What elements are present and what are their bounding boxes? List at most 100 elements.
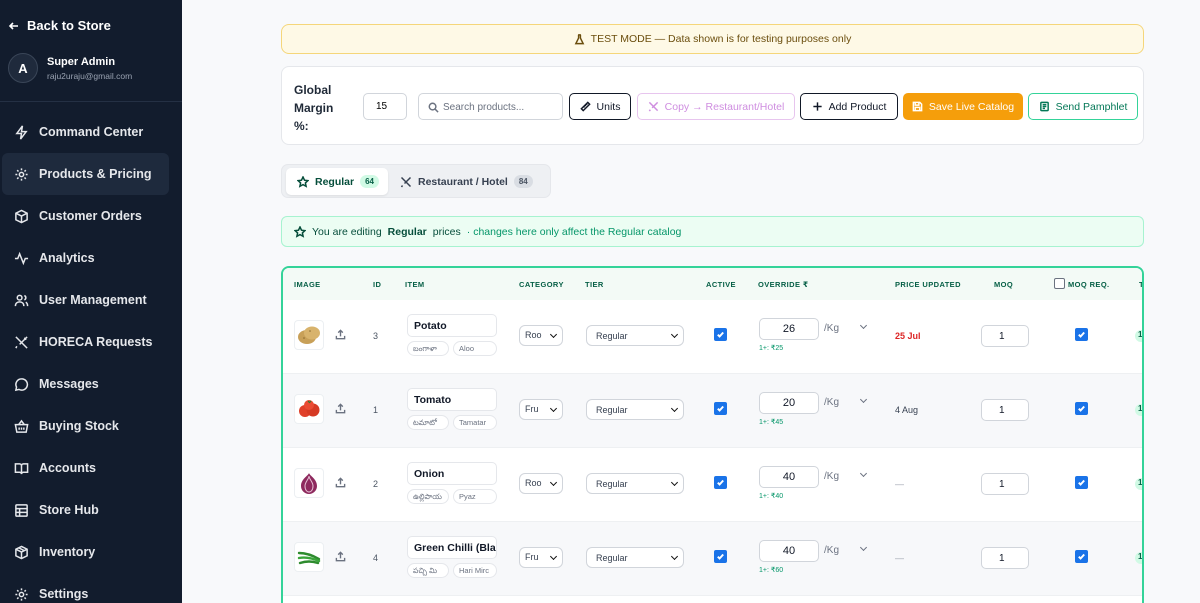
editing-suffix: prices xyxy=(432,225,461,238)
tomato-icon xyxy=(299,400,320,417)
product-image[interactable] xyxy=(294,394,324,424)
sidebar-item-inventory[interactable]: Inventory xyxy=(0,531,182,573)
sidebar-item-analytics[interactable]: Analytics xyxy=(0,237,182,279)
products-table: IMAGE ID ITEM CATEGORY TIER ACTIVE OVERR… xyxy=(281,266,1144,603)
sidebar-item-store-hub[interactable]: Store Hub xyxy=(0,489,182,531)
chevron-down-icon[interactable] xyxy=(859,543,868,552)
product-name-input[interactable]: Green Chilli (Bla xyxy=(407,536,497,559)
active-checkbox[interactable] xyxy=(714,550,727,563)
category-select[interactable]: Fru xyxy=(519,547,563,568)
tab-regular[interactable]: Regular 64 xyxy=(286,168,388,195)
upload-icon[interactable] xyxy=(335,329,346,340)
alias-hindi-input[interactable]: Pyaz xyxy=(453,489,497,504)
sidebar-item-accounts[interactable]: Accounts xyxy=(0,447,182,489)
moq-input[interactable]: 1 xyxy=(981,473,1029,495)
sidebar-item-customer-orders[interactable]: Customer Orders xyxy=(0,195,182,237)
price-updated-date: 25 Jul xyxy=(895,331,921,341)
override-unit: /Kg xyxy=(824,471,840,482)
sidebar-item-messages[interactable]: Messages xyxy=(0,363,182,405)
product-name-input[interactable]: Tomato xyxy=(407,388,497,411)
truncated-cell: 1 xyxy=(1135,478,1142,490)
moq-req-select-all-checkbox[interactable] xyxy=(1054,278,1065,289)
sidebar-item-settings[interactable]: Settings xyxy=(0,573,182,603)
search-input[interactable] xyxy=(443,98,558,116)
add-label: Add Product xyxy=(828,100,887,113)
chevron-down-icon[interactable] xyxy=(859,321,868,330)
add-product-button[interactable]: Add Product xyxy=(800,93,898,120)
category-select[interactable]: Fru xyxy=(519,399,563,420)
override-unit: /Kg xyxy=(824,545,840,556)
moq-input[interactable]: 1 xyxy=(981,399,1029,421)
sidebar-item-user-management[interactable]: User Management xyxy=(0,279,182,321)
active-checkbox[interactable] xyxy=(714,402,727,415)
check-icon xyxy=(717,405,724,412)
tier-select[interactable]: Regular xyxy=(586,399,684,420)
tier-select[interactable]: Regular xyxy=(586,325,684,346)
moq-required-checkbox[interactable] xyxy=(1075,402,1088,415)
sidebar-item-products-pricing[interactable]: Products & Pricing xyxy=(2,153,169,195)
override-price-input[interactable]: 40 xyxy=(759,540,819,562)
editing-catalog: Regular xyxy=(387,225,427,238)
upload-icon[interactable] xyxy=(335,477,346,488)
moq-input[interactable]: 1 xyxy=(981,547,1029,569)
upload-icon[interactable] xyxy=(335,551,346,562)
moq-required-checkbox[interactable] xyxy=(1075,328,1088,341)
table-row: 1 Tomato టమాటో Tamatar Fru Regular 20 /K… xyxy=(283,374,1142,448)
moq-required-checkbox[interactable] xyxy=(1075,550,1088,563)
tier-select[interactable]: Regular xyxy=(586,547,684,568)
alias-local-input[interactable]: పచ్చి మి xyxy=(407,563,449,578)
units-button[interactable]: Units xyxy=(569,93,631,120)
sidebar-item-buying-stock[interactable]: Buying Stock xyxy=(0,405,182,447)
product-search[interactable] xyxy=(418,93,563,120)
product-id: 1 xyxy=(373,405,379,415)
product-image[interactable] xyxy=(294,468,324,498)
package-icon xyxy=(15,545,28,559)
alias-local-input[interactable]: టమాటో xyxy=(407,415,449,430)
moq-input[interactable]: 1 xyxy=(981,325,1029,347)
send-pamphlet-button[interactable]: Send Pamphlet xyxy=(1028,93,1138,120)
alias-local-input[interactable]: ఉల్లిపాయ xyxy=(407,489,449,504)
sidebar-item-command-center[interactable]: Command Center xyxy=(0,111,182,153)
override-price-input[interactable]: 40 xyxy=(759,466,819,488)
copy-to-restaurant-button[interactable]: Copy → Restaurant/Hotel xyxy=(637,93,795,120)
category-select[interactable]: Roo xyxy=(519,473,563,494)
override-price-input[interactable]: 20 xyxy=(759,392,819,414)
alias-hindi-input[interactable]: Tamatar xyxy=(453,415,497,430)
arrow-left-icon xyxy=(8,21,18,30)
active-checkbox[interactable] xyxy=(714,476,727,489)
tier-price-hint: 1+: ₹60 xyxy=(759,567,784,574)
alias-hindi-input[interactable]: Hari Mirc xyxy=(453,563,497,578)
back-to-store-link[interactable]: Back to Store xyxy=(8,18,111,33)
table-header: IMAGE ID ITEM CATEGORY TIER ACTIVE OVERR… xyxy=(283,268,1142,300)
chevron-down-icon[interactable] xyxy=(859,395,868,404)
product-image[interactable] xyxy=(294,542,324,572)
utensils-icon xyxy=(15,335,28,349)
moq-required-checkbox[interactable] xyxy=(1075,476,1088,489)
catalog-tabs: Regular 64 Restaurant / Hotel 84 xyxy=(281,164,551,198)
price-updated-date: — xyxy=(895,553,904,563)
header-image: IMAGE xyxy=(294,280,321,289)
header-price-updated: PRICE UPDATED xyxy=(895,280,961,289)
header-override: OVERRIDE ₹ xyxy=(758,280,809,289)
check-icon xyxy=(717,479,724,486)
alias-hindi-input[interactable]: Aloo xyxy=(453,341,497,356)
sidebar-item-horeca-requests[interactable]: HORECA Requests xyxy=(0,321,182,363)
save-live-catalog-button[interactable]: Save Live Catalog xyxy=(903,93,1023,120)
settings-icon xyxy=(15,587,28,601)
header-tier: TIER xyxy=(585,280,604,289)
product-name-input[interactable]: Onion xyxy=(407,462,497,485)
global-margin-input[interactable] xyxy=(363,93,407,120)
table-row: 3 Potato బంగాళా Aloo Roo Regular 26 /Kg … xyxy=(283,300,1142,374)
category-select[interactable]: Roo xyxy=(519,325,563,346)
override-price-input[interactable]: 26 xyxy=(759,318,819,340)
upload-icon[interactable] xyxy=(335,403,346,414)
tab-label: Regular xyxy=(315,175,355,188)
alias-local-input[interactable]: బంగాళా xyxy=(407,341,449,356)
tab-restaurant-hotel[interactable]: Restaurant / Hotel 84 xyxy=(400,168,533,195)
product-name-input[interactable]: Potato xyxy=(407,314,497,337)
chevron-down-icon[interactable] xyxy=(859,469,868,478)
override-unit: /Kg xyxy=(824,397,840,408)
product-image[interactable] xyxy=(294,320,324,350)
active-checkbox[interactable] xyxy=(714,328,727,341)
tier-select[interactable]: Regular xyxy=(586,473,684,494)
